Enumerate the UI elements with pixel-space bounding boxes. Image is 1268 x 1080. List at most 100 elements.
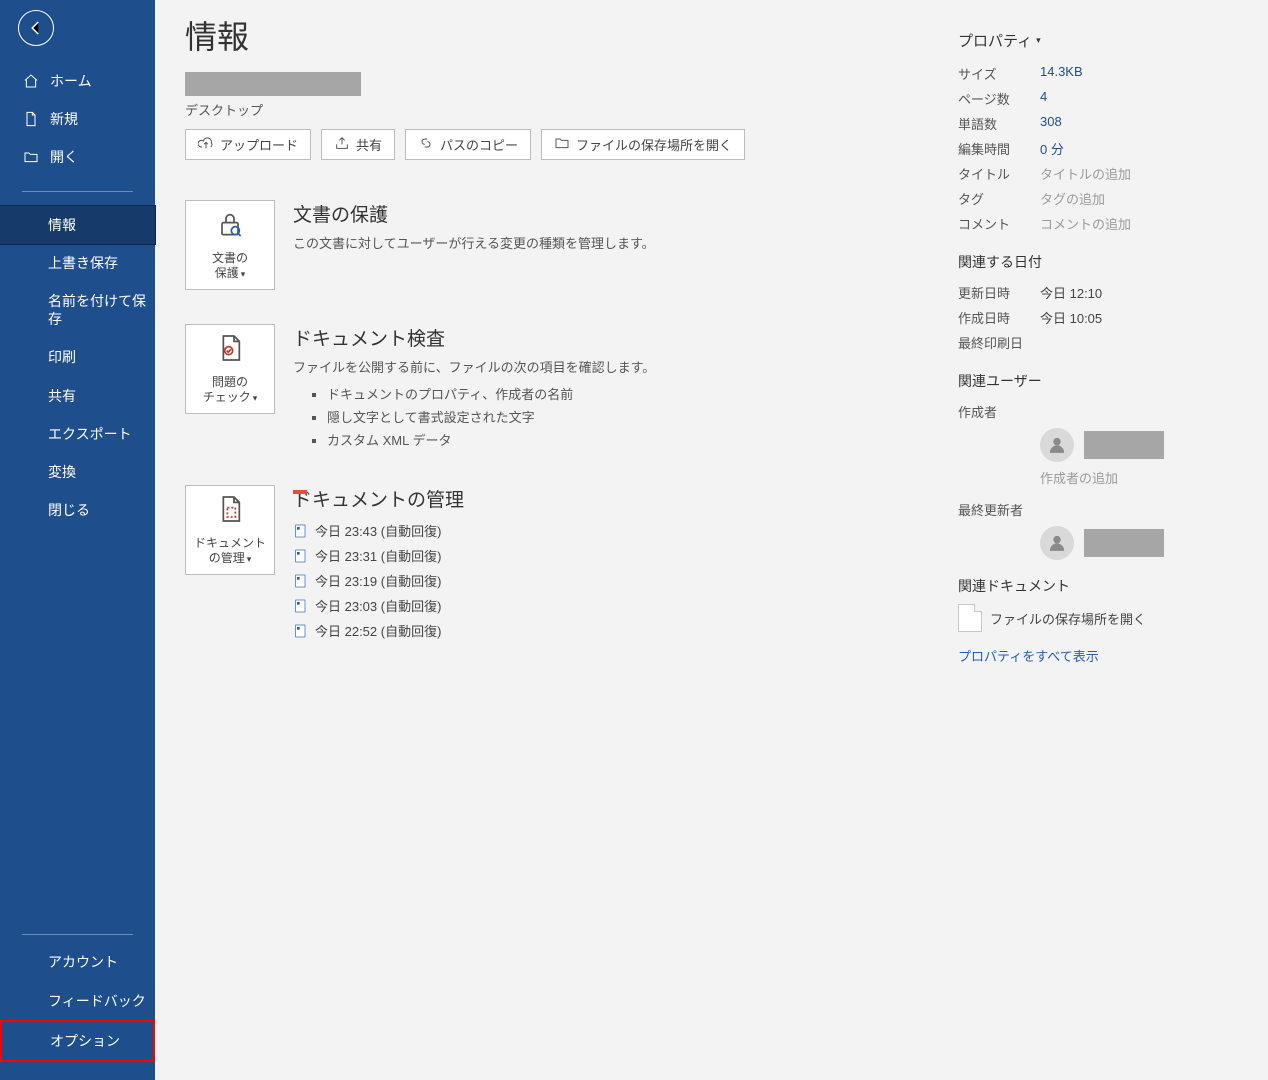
protect-desc: この文書に対してユーザーが行える変更の種類を管理します。 xyxy=(293,233,655,252)
nav-new[interactable]: 新規 xyxy=(0,100,155,138)
related-dates-heading: 関連する日付 xyxy=(958,252,1238,272)
copy-path-label: パスのコピー xyxy=(440,135,518,154)
nav-transform-label: 変換 xyxy=(48,463,76,481)
prop-size-label: サイズ xyxy=(958,64,1040,83)
share-icon xyxy=(334,135,350,154)
prop-size-value[interactable]: 14.3KB xyxy=(1040,64,1083,83)
nav-account-label: アカウント xyxy=(48,953,118,971)
prop-title-label: タイトル xyxy=(958,164,1040,183)
version-item[interactable]: 今日 23:19 (自動回復) xyxy=(293,568,464,593)
inspect-list: ドキュメントのプロパティ、作成者の名前 隠し文字として書式設定された文字 カスタ… xyxy=(293,382,655,451)
nav-save-as[interactable]: 名前を付けて保存 xyxy=(0,282,155,338)
upload-button[interactable]: アップロード xyxy=(185,129,311,160)
lastmod-entry[interactable] xyxy=(1040,526,1238,560)
lock-icon xyxy=(214,208,246,245)
prop-tag-value[interactable]: タグの追加 xyxy=(1040,189,1105,208)
version-item[interactable]: 今日 23:43 (自動回復) xyxy=(293,518,464,543)
inspect-item: 隠し文字として書式設定された文字 xyxy=(327,405,655,428)
link-icon xyxy=(418,135,434,154)
nav-export[interactable]: エクスポート xyxy=(0,415,155,453)
nav-divider-bottom xyxy=(22,934,133,935)
share-label: 共有 xyxy=(356,135,382,154)
properties-pane: プロパティ▾ サイズ14.3KB ページ数4 単語数308 編集時間0 分 タイ… xyxy=(938,0,1268,1080)
nav-save-as-label: 名前を付けて保存 xyxy=(48,292,149,328)
protect-title: 文書の保護 xyxy=(293,200,655,227)
prop-tag-label: タグ xyxy=(958,189,1040,208)
prop-created-label: 作成日時 xyxy=(958,308,1040,327)
nav-save[interactable]: 上書き保存 xyxy=(0,244,155,282)
prop-printed-label: 最終印刷日 xyxy=(958,333,1040,352)
protect-document-button[interactable]: 文書の保護▾ xyxy=(185,200,275,290)
check-issues-button[interactable]: 問題のチェック▾ xyxy=(185,324,275,414)
open-location-button[interactable]: ファイルの保存場所を開く xyxy=(541,129,745,160)
copy-path-button[interactable]: パスのコピー xyxy=(405,129,531,160)
prop-author-label: 作成者 xyxy=(958,402,1040,421)
person-icon xyxy=(1040,526,1074,560)
nav-divider xyxy=(22,191,133,192)
prop-modified-value: 今日 12:10 xyxy=(1040,283,1102,302)
show-all-properties-link[interactable]: プロパティをすべて表示 xyxy=(958,646,1238,665)
nav-options[interactable]: オプション xyxy=(0,1020,155,1062)
nav-print-label: 印刷 xyxy=(48,348,76,366)
file-name-redacted xyxy=(185,72,361,96)
person-icon xyxy=(1040,428,1074,462)
nav-print[interactable]: 印刷 xyxy=(0,338,155,376)
manage-document-button[interactable]: ドキュメントの管理▾ xyxy=(185,485,275,575)
open-location-label: ファイルの保存場所を開く xyxy=(576,135,732,154)
nav-share[interactable]: 共有 xyxy=(0,377,155,415)
version-list: 今日 23:43 (自動回復) 今日 23:31 (自動回復) 今日 23:19… xyxy=(293,518,464,643)
nav-account[interactable]: アカウント xyxy=(0,943,155,981)
prop-words-label: 単語数 xyxy=(958,114,1040,133)
nav-options-label: オプション xyxy=(50,1032,120,1050)
nav-close[interactable]: 閉じる xyxy=(0,491,155,529)
prop-title-value[interactable]: タイトルの追加 xyxy=(1040,164,1131,183)
related-docs-heading: 関連ドキュメント xyxy=(958,576,1238,596)
home-icon xyxy=(22,72,40,90)
author-entry[interactable] xyxy=(1040,428,1238,462)
nav-feedback[interactable]: フィードバック xyxy=(0,982,155,1020)
version-item[interactable]: 今日 23:31 (自動回復) xyxy=(293,543,464,568)
inspect-item: カスタム XML データ xyxy=(327,428,655,451)
annotation-mark xyxy=(293,490,307,494)
folder-icon xyxy=(554,135,570,154)
nav-export-label: エクスポート xyxy=(48,425,132,443)
nav-open[interactable]: 開く xyxy=(0,138,155,176)
author-name-redacted xyxy=(1084,431,1164,459)
open-file-location-link[interactable]: ファイルの保存場所を開く xyxy=(958,604,1238,632)
share-button[interactable]: 共有 xyxy=(321,129,395,160)
add-author-link[interactable]: 作成者の追加 xyxy=(1040,466,1238,497)
version-item[interactable]: 今日 23:03 (自動回復) xyxy=(293,593,464,618)
prop-modified-label: 更新日時 xyxy=(958,283,1040,302)
prop-comment-label: コメント xyxy=(958,214,1040,233)
document-manage-icon xyxy=(214,493,246,530)
file-location: デスクトップ xyxy=(185,100,918,119)
lastmod-name-redacted xyxy=(1084,529,1164,557)
back-button[interactable] xyxy=(18,10,54,46)
nav-transform[interactable]: 変換 xyxy=(0,453,155,491)
prop-pages-label: ページ数 xyxy=(958,89,1040,108)
inspect-title: ドキュメント検査 xyxy=(293,324,655,351)
nav-save-label: 上書き保存 xyxy=(48,254,118,272)
nav-close-label: 閉じる xyxy=(48,501,90,519)
prop-words-value: 308 xyxy=(1040,114,1062,133)
nav-open-label: 開く xyxy=(50,148,78,166)
nav-share-label: 共有 xyxy=(48,387,76,405)
page-title: 情報 xyxy=(185,12,918,58)
nav-new-label: 新規 xyxy=(50,110,78,128)
version-item[interactable]: 今日 22:52 (自動回復) xyxy=(293,618,464,643)
inspect-item: ドキュメントのプロパティ、作成者の名前 xyxy=(327,382,655,405)
prop-pages-value: 4 xyxy=(1040,89,1047,108)
prop-lastmod-label: 最終更新者 xyxy=(958,500,1023,519)
nav-home-label: ホーム xyxy=(50,72,92,90)
nav-home[interactable]: ホーム xyxy=(0,62,155,100)
manage-title: ドキュメントの管理 xyxy=(293,485,464,512)
backstage-sidebar: ホーム 新規 開く 情報 上書き保存 名前を付けて保存 印刷 共有 エクスポート… xyxy=(0,0,155,1080)
prop-edittime-label: 編集時間 xyxy=(958,139,1040,158)
prop-created-value: 今日 10:05 xyxy=(1040,308,1102,327)
related-users-heading: 関連ユーザー xyxy=(958,371,1238,391)
prop-comment-value[interactable]: コメントの追加 xyxy=(1040,214,1131,233)
nav-info-label: 情報 xyxy=(48,216,76,234)
properties-dropdown[interactable]: プロパティ▾ xyxy=(958,30,1041,51)
nav-feedback-label: フィードバック xyxy=(48,992,146,1010)
nav-info[interactable]: 情報 xyxy=(0,206,155,244)
